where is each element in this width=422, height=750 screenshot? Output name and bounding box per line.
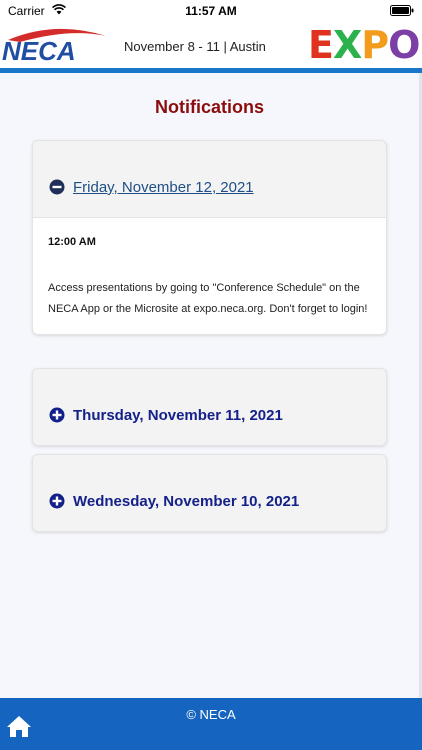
expo-letter-o: O	[388, 23, 420, 67]
notification-header[interactable]: Wednesday, November 10, 2021	[33, 455, 386, 531]
app-footer: © NECA	[0, 698, 422, 750]
notification-time: 12:00 AM	[48, 236, 96, 248]
notification-header[interactable]: Thursday, November 11, 2021	[33, 369, 386, 445]
status-time: 11:57 AM	[185, 4, 237, 18]
home-icon[interactable]	[6, 714, 32, 738]
minus-circle-icon[interactable]	[49, 179, 65, 195]
expo-letter-x: X	[332, 23, 362, 67]
copyright-text: © NECA	[186, 707, 236, 722]
notification-card[interactable]: Thursday, November 11, 2021	[32, 368, 387, 446]
expo-letter-e: E	[308, 23, 334, 67]
notification-card[interactable]: Wednesday, November 10, 2021	[32, 454, 387, 532]
notification-date[interactable]: Friday, November 12, 2021	[73, 179, 254, 196]
neca-logo[interactable]: NECA	[0, 26, 110, 64]
notification-body: 12:00 AM Access presentations by going t…	[33, 217, 386, 334]
notifications-page: Notifications Friday, November 12, 2021 …	[0, 73, 419, 698]
notification-header[interactable]: Friday, November 12, 2021	[33, 141, 386, 217]
plus-circle-icon[interactable]	[49, 493, 65, 509]
app-header: NECA November 8 - 11 | Austin EXPO	[0, 22, 422, 68]
notification-date[interactable]: Wednesday, November 10, 2021	[73, 493, 299, 510]
event-info: November 8 - 11 | Austin	[124, 39, 266, 54]
expo-logo: EXPO	[308, 23, 420, 67]
expo-letter-p: P	[361, 23, 389, 67]
page-title: Notifications	[154, 97, 264, 117]
status-bar: Carrier 11:57 AM	[0, 0, 422, 22]
notification-date[interactable]: Thursday, November 11, 2021	[73, 407, 283, 424]
notification-card: Friday, November 12, 2021 12:00 AM Acces…	[32, 140, 387, 335]
plus-circle-icon[interactable]	[49, 407, 65, 423]
battery-icon	[390, 5, 414, 16]
notification-message: Access presentations by going to "Confer…	[48, 282, 368, 315]
neca-logo-text: NECA	[2, 36, 76, 64]
